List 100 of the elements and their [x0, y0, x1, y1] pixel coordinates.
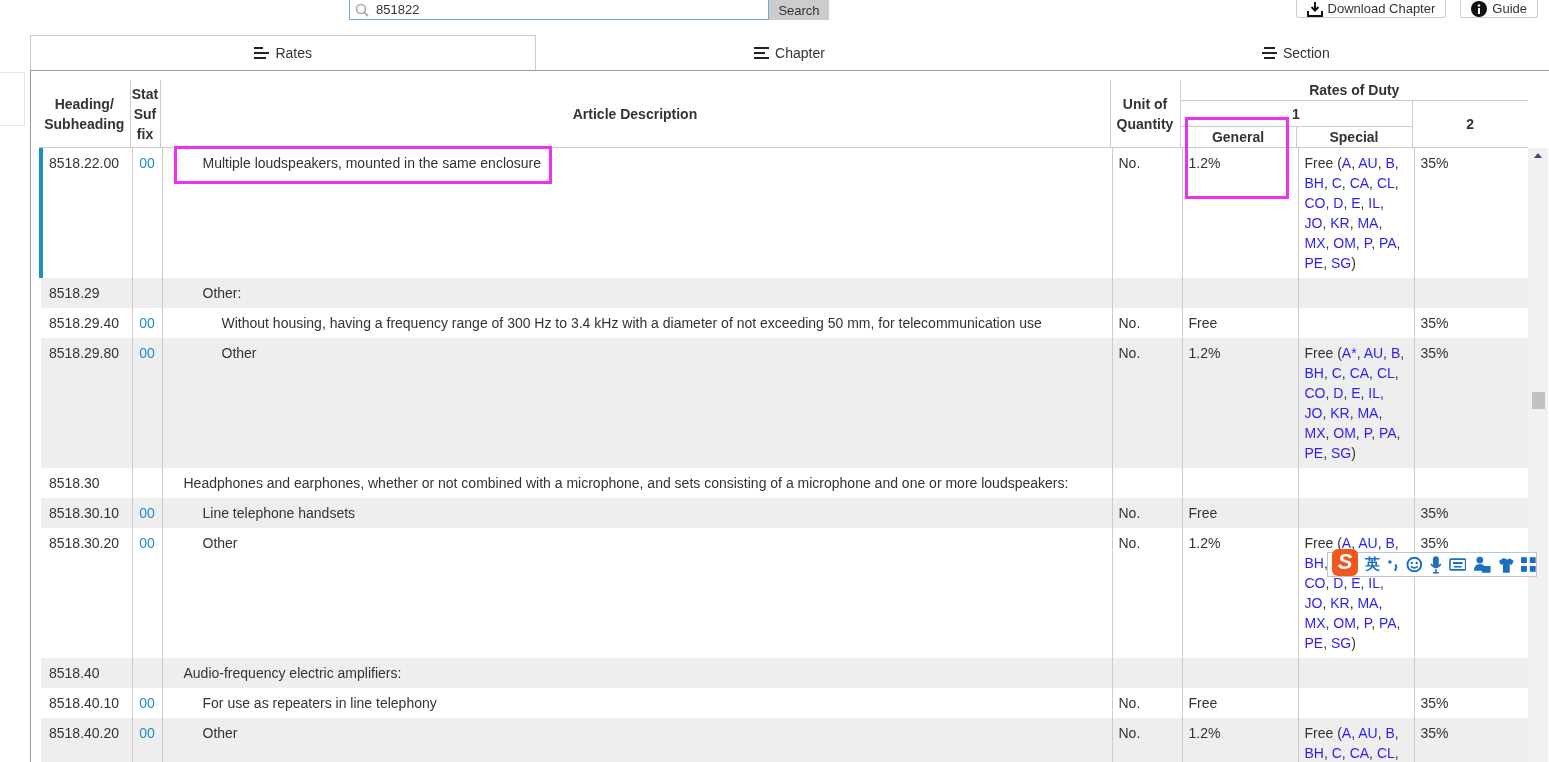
- scroll-up-icon: [1534, 153, 1542, 158]
- punctuation: ,: [1325, 195, 1331, 211]
- search-field[interactable]: 851822: [349, 0, 769, 20]
- program-link[interactable]: CL: [1376, 745, 1395, 761]
- punctuation: ,: [1341, 365, 1347, 381]
- search-button[interactable]: Search: [769, 0, 829, 20]
- table-cell: 8518.29: [41, 278, 132, 308]
- program-link[interactable]: B: [1385, 535, 1395, 551]
- program-link[interactable]: B: [1385, 725, 1395, 741]
- program-link[interactable]: C: [1331, 175, 1342, 191]
- punctuation: ,: [1369, 745, 1374, 761]
- punctuation: ,: [1371, 235, 1377, 251]
- program-link[interactable]: D: [1333, 385, 1344, 401]
- program-link[interactable]: MX: [1304, 235, 1326, 251]
- program-link[interactable]: CL: [1376, 365, 1395, 381]
- table-cell: Audio-frequency electric amplifiers:: [183, 665, 402, 681]
- program-link[interactable]: SG: [1330, 255, 1352, 271]
- program-link[interactable]: BH: [1304, 555, 1324, 571]
- program-link[interactable]: P: [1363, 235, 1372, 251]
- punctuation: ,: [1343, 385, 1349, 401]
- program-link[interactable]: IL: [1368, 195, 1380, 211]
- program-link[interactable]: SG: [1330, 445, 1352, 461]
- program-link[interactable]: D: [1333, 195, 1344, 211]
- program-link[interactable]: KR: [1330, 405, 1350, 421]
- punctuation: ,: [1380, 575, 1384, 591]
- guide-button[interactable]: Guide: [1460, 0, 1538, 18]
- program-link[interactable]: KR: [1330, 215, 1350, 231]
- table-cell: 8518.40.20: [41, 718, 132, 762]
- program-link[interactable]: KR: [1330, 595, 1350, 611]
- program-link[interactable]: AU: [1358, 535, 1378, 551]
- punctuation: ,: [1396, 425, 1401, 441]
- punctuation: ,: [1325, 385, 1331, 401]
- program-link[interactable]: E: [1351, 575, 1361, 591]
- punctuation: ,: [1351, 155, 1357, 171]
- side-panel: [0, 72, 25, 126]
- scrollbar[interactable]: [1528, 148, 1548, 762]
- table-cell: 8518.29.40: [41, 308, 132, 338]
- program-link[interactable]: MX: [1304, 615, 1326, 631]
- program-link[interactable]: P: [1363, 615, 1372, 631]
- program-link[interactable]: D: [1333, 575, 1344, 591]
- program-link[interactable]: AU: [1358, 725, 1378, 741]
- column-header: Heading/ Subheading: [39, 80, 130, 148]
- column-header: 1: [1180, 100, 1412, 127]
- punctuation: ,: [1380, 195, 1384, 211]
- shirt-icon: [1497, 556, 1515, 573]
- punctuation: ,: [1394, 175, 1399, 191]
- program-link[interactable]: OM: [1333, 425, 1356, 441]
- punctuation: ,: [1378, 595, 1383, 611]
- punctuation: ,: [1377, 155, 1383, 171]
- program-link[interactable]: PA: [1378, 425, 1397, 441]
- program-link[interactable]: AU: [1358, 155, 1378, 171]
- punctuation: ,: [1323, 365, 1329, 381]
- program-link[interactable]: PA: [1378, 235, 1397, 251]
- punctuation: ,: [1323, 635, 1329, 651]
- table-cell: 00: [132, 338, 162, 468]
- program-link[interactable]: CO: [1304, 195, 1326, 211]
- program-link[interactable]: CO: [1304, 575, 1326, 591]
- program-link[interactable]: BH: [1304, 745, 1324, 761]
- info-icon: [1471, 0, 1488, 17]
- punctuation: ,: [1355, 425, 1361, 441]
- program-link[interactable]: CL: [1376, 175, 1395, 191]
- table-cell: 00: [132, 498, 162, 528]
- ime-mode[interactable]: 英: [1365, 555, 1381, 574]
- punctuation: ,: [1380, 385, 1384, 401]
- program-link[interactable]: MX: [1304, 425, 1326, 441]
- user-icon: [1473, 556, 1491, 573]
- punctuation: ,: [1349, 595, 1355, 611]
- program-link[interactable]: P: [1363, 425, 1372, 441]
- grid-icon: [1521, 557, 1536, 572]
- program-link[interactable]: E: [1351, 385, 1361, 401]
- punctuation: ,: [1349, 405, 1355, 421]
- program-link[interactable]: B: [1385, 155, 1395, 171]
- program-link[interactable]: CO: [1304, 385, 1326, 401]
- program-link[interactable]: PA: [1378, 615, 1397, 631]
- program-link[interactable]: C: [1331, 745, 1342, 761]
- program-link[interactable]: E: [1351, 195, 1361, 211]
- punctuation: ,: [1377, 725, 1383, 741]
- punctuation: ,: [1349, 215, 1355, 231]
- column-header: Special: [1296, 126, 1412, 148]
- column-header: Stat Suf fix: [130, 80, 160, 148]
- program-link[interactable]: IL: [1368, 575, 1380, 591]
- program-link[interactable]: C: [1331, 365, 1342, 381]
- program-link[interactable]: A*: [1341, 345, 1357, 361]
- punctuation: ): [1351, 255, 1356, 271]
- program-link[interactable]: AU: [1363, 345, 1384, 361]
- punctuation: ,: [1396, 235, 1401, 251]
- tab[interactable]: Rates: [30, 35, 537, 70]
- program-link[interactable]: IL: [1368, 385, 1380, 401]
- table-cell: Line telephone handsets: [202, 505, 356, 521]
- program-link[interactable]: OM: [1333, 615, 1356, 631]
- punctuation: ,: [1394, 365, 1399, 381]
- punctuation: ,: [1356, 345, 1362, 361]
- program-link[interactable]: SG: [1330, 635, 1352, 651]
- program-link[interactable]: OM: [1333, 235, 1356, 251]
- punctuation: ,: [1371, 425, 1377, 441]
- column-header: Rates of Duty: [1180, 80, 1529, 101]
- program-link[interactable]: BH: [1304, 365, 1324, 381]
- scroll-thumb[interactable]: [1531, 392, 1545, 409]
- program-link[interactable]: BH: [1304, 175, 1324, 191]
- download-button[interactable]: Download Chapter: [1295, 0, 1447, 18]
